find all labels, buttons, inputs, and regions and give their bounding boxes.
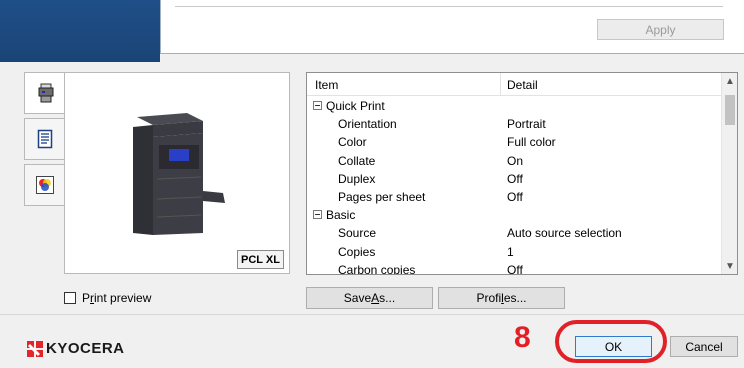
setting-value: Off (507, 189, 523, 204)
profiles-button[interactable]: Profi l es... (438, 287, 565, 309)
printer-icon (38, 83, 53, 103)
scroll-thumb[interactable] (725, 95, 735, 125)
setting-name: Source (338, 226, 377, 241)
setting-value: 1 (507, 244, 514, 259)
settings-row[interactable]: Collate On (307, 152, 721, 170)
setting-name: Orientation (338, 117, 397, 132)
setting-value: Off (507, 262, 523, 275)
print-preview-option[interactable]: Print preview (64, 291, 151, 305)
settings-row[interactable]: Color Full color (307, 133, 721, 151)
setting-name: Duplex (338, 171, 376, 186)
parent-dialog-area: Apply (160, 0, 744, 53)
setting-name: Carbon copies (338, 262, 416, 275)
setting-name: Basic (326, 208, 356, 223)
settings-rows: Quick Print Orientation Portrait Color Full … (307, 97, 721, 275)
settings-row[interactable]: Carbon copies Off (307, 261, 721, 275)
settings-row[interactable]: Duplex Off (307, 170, 721, 188)
settings-row[interactable]: Source Auto source selection (307, 224, 721, 242)
save-as-button[interactable]: Save As... (306, 287, 433, 309)
print-preview-checkbox[interactable] (64, 292, 76, 304)
document-icon (37, 129, 52, 149)
cancel-button[interactable]: Cancel (670, 336, 738, 357)
settings-row[interactable]: Pages per sheet Off (307, 188, 721, 206)
setting-value: Off (507, 171, 523, 186)
scroll-up-icon[interactable]: ▲ (722, 73, 737, 89)
pdl-badge: PCL XL (237, 250, 284, 269)
side-tab-bar (24, 72, 66, 242)
setting-name: Quick Print (326, 99, 385, 113)
setting-value: On (507, 153, 524, 168)
setting-name: Copies (338, 244, 376, 259)
brand-name: KYOCERA (46, 340, 125, 357)
settings-list[interactable]: Item Detail Quick Print Orientation Portra… (306, 72, 738, 275)
kyocera-logo: KYOCERA (27, 340, 125, 357)
settings-row[interactable]: Orientation Portrait (307, 115, 721, 133)
scroll-down-icon[interactable]: ▼ (722, 258, 737, 274)
setting-name: Collate (338, 153, 376, 168)
list-header: Item Detail (307, 73, 721, 96)
settings-group-row[interactable]: Quick Print (307, 97, 721, 115)
setting-name: Color (338, 135, 367, 150)
column-header-item: Item (315, 78, 339, 92)
tab-printer[interactable] (24, 72, 66, 114)
column-divider (500, 73, 501, 95)
tab-layout[interactable] (24, 118, 64, 160)
color-icon (35, 176, 54, 194)
ok-button[interactable]: OK (575, 336, 652, 357)
settings-group-row[interactable]: Basic (307, 206, 721, 224)
setting-value: Portrait (507, 117, 546, 132)
setting-value: Auto source selection (507, 226, 622, 241)
tab-color[interactable] (24, 164, 64, 206)
settings-row[interactable]: Copies 1 (307, 243, 721, 261)
printer-preview: PCL XL (64, 72, 290, 274)
collapse-icon[interactable] (313, 101, 322, 110)
collapse-icon[interactable] (313, 210, 322, 220)
divider (175, 6, 723, 7)
apply-button[interactable]: Apply (597, 19, 724, 40)
kyocera-mark-icon (27, 340, 43, 357)
printer-illustration (133, 113, 225, 235)
setting-name: Pages per sheet (338, 189, 426, 204)
vertical-scrollbar[interactable]: ▲ ▼ (721, 73, 737, 274)
column-header-detail: Detail (507, 78, 538, 92)
setting-value: Full color (507, 135, 556, 150)
step-number: 8 (514, 321, 531, 354)
print-preview-label: Print preview (82, 291, 152, 305)
